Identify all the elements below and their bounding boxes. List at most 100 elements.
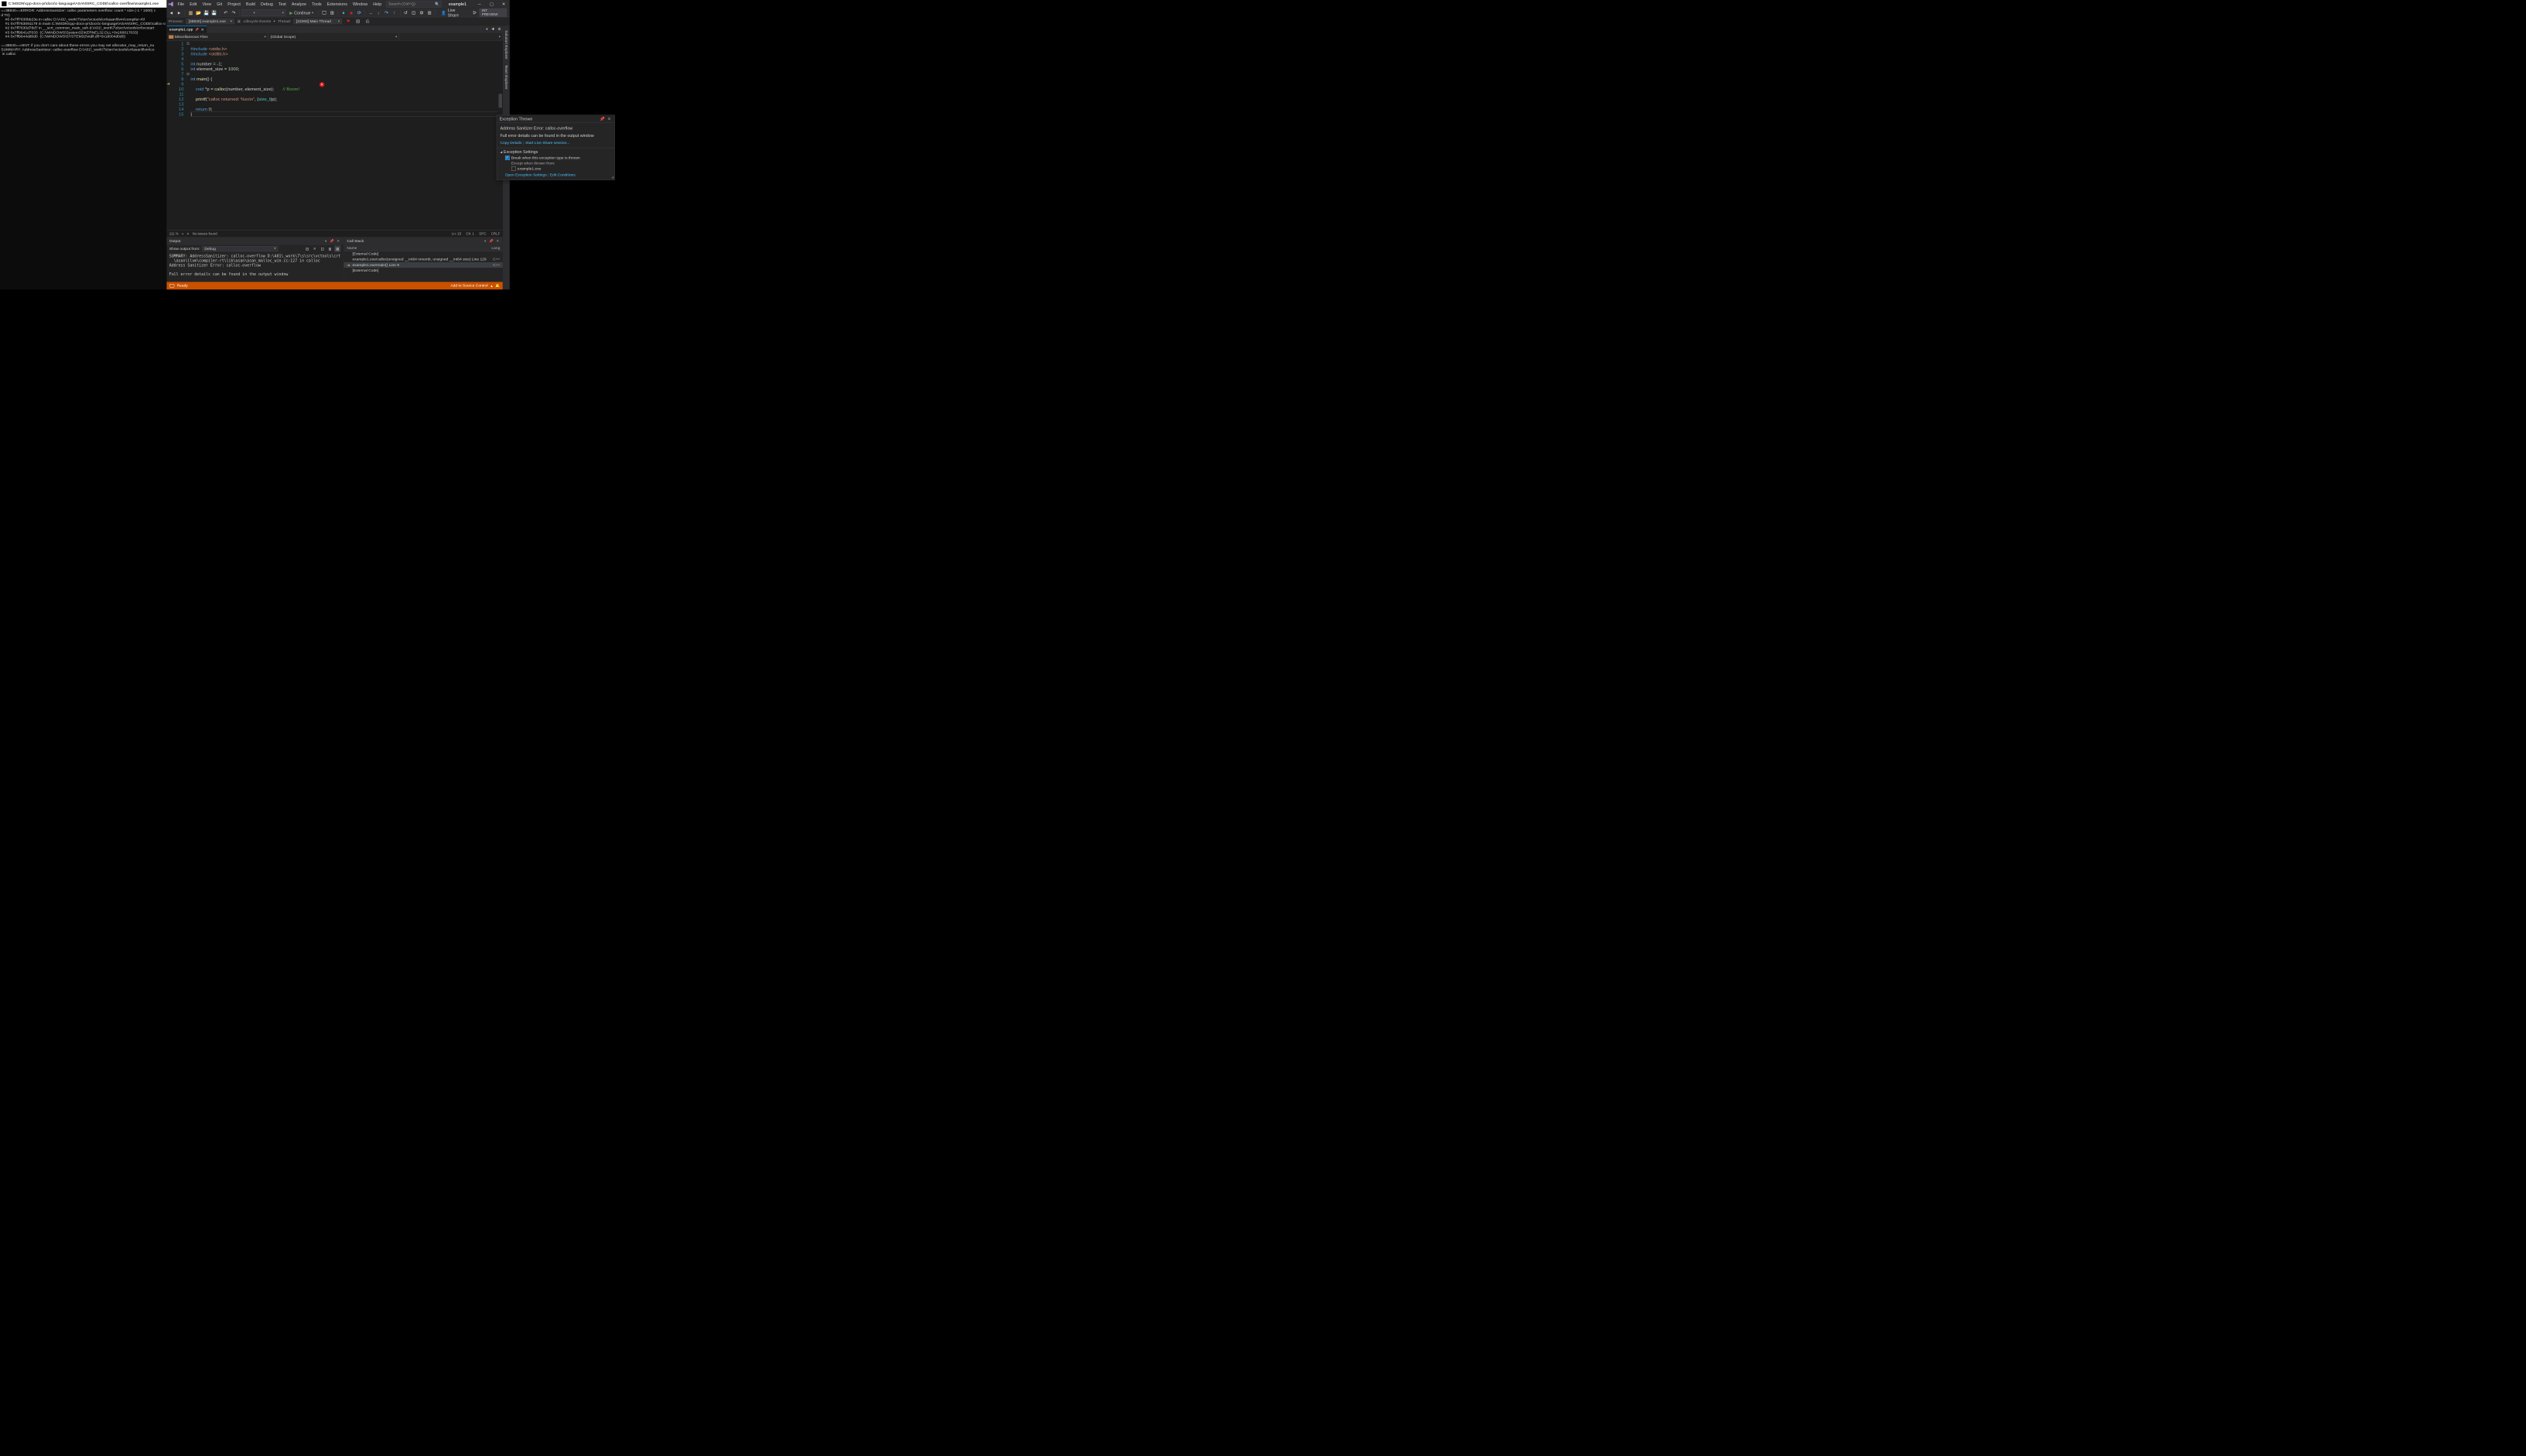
redo-button[interactable]: ↷ (231, 9, 238, 16)
nav-fwd-button[interactable]: ► (176, 9, 183, 16)
live-share-button[interactable]: 👤 Live Share (439, 8, 470, 17)
undo-button[interactable]: ↶ (222, 9, 229, 16)
tab-example1-cpp[interactable]: example1.cpp 📌 ✕ (166, 26, 207, 33)
menu-test[interactable]: Test (275, 0, 289, 8)
output-btn-1[interactable]: ⊟ (304, 246, 310, 252)
navbar-member[interactable]: ▾ (399, 33, 503, 40)
output-source-combo[interactable]: Debug ▾ (202, 246, 278, 251)
menu-tools[interactable]: Tools (309, 0, 325, 8)
output-btn-3[interactable]: ⊡ (320, 246, 326, 252)
feedback-button[interactable]: ᐅ (471, 9, 478, 16)
close-button[interactable]: ✕ (497, 0, 510, 9)
pause-button[interactable]: ⏸ (340, 9, 347, 16)
restart-button[interactable]: ⟳ (356, 9, 363, 16)
callstack-header[interactable]: Call Stack ▾ 📌 ✕ (344, 238, 503, 245)
save-button[interactable]: 💾 (203, 9, 210, 16)
breakpoint-gutter[interactable] (166, 41, 173, 231)
debug-target-button[interactable]: 🖵 (320, 9, 327, 16)
line-ending[interactable]: CRLF (491, 232, 501, 236)
output-btn-2[interactable]: ≡ (312, 246, 318, 252)
menu-extensions[interactable]: Extensions (324, 0, 350, 8)
new-project-button[interactable]: ▦ (187, 9, 194, 16)
layout-button[interactable]: ⊞ (329, 9, 336, 16)
menu-build[interactable]: Build (243, 0, 258, 8)
menu-window[interactable]: Window (350, 0, 370, 8)
lifecycle-icon[interactable]: ▣ (238, 19, 241, 24)
lifecycle-label[interactable]: Lifecycle Events (244, 19, 271, 23)
stop-button[interactable]: ■ (348, 9, 355, 16)
except-exe-checkbox[interactable] (511, 166, 516, 171)
resize-grip-icon[interactable]: ◢ (611, 176, 614, 179)
diagnostic-button[interactable]: ⊞ (426, 9, 433, 16)
threads-icon[interactable]: ⊟ (354, 18, 361, 25)
flag-icon[interactable]: ⚑ (345, 18, 352, 25)
minimize-button[interactable]: ─ (473, 0, 486, 9)
line-position[interactable]: Ln: 15 (452, 232, 461, 236)
close-tab-icon[interactable]: ✕ (201, 27, 204, 32)
tab-dropdown-icon[interactable]: ▾ (484, 26, 490, 32)
char-position[interactable]: Ch: 1 (466, 232, 474, 236)
edit-conditions-link[interactable]: Edit Conditions (550, 173, 576, 176)
config-combo[interactable]: ▾ (241, 9, 257, 16)
output-btn-4[interactable]: ≣ (326, 246, 333, 252)
callstack-row[interactable]: [External Code] (344, 268, 503, 273)
indent-mode[interactable]: SPC (479, 232, 486, 236)
menu-file[interactable]: File (175, 0, 187, 8)
maximize-button[interactable]: ▢ (486, 0, 498, 9)
menu-project[interactable]: Project (225, 0, 244, 8)
save-all-button[interactable]: 💾 (211, 9, 218, 16)
add-tab-icon[interactable]: ✚ (491, 26, 496, 32)
step-into-button[interactable]: ↓ (375, 9, 382, 16)
callstack-row[interactable]: example1.exe!calloc(unsigned __int64 nme… (344, 257, 503, 262)
hot-reload-button[interactable]: ⚙ (418, 9, 425, 16)
menu-view[interactable]: View (200, 0, 214, 8)
navbar-scope[interactable]: (Global Scope) ▾ (268, 33, 399, 40)
open-exception-settings-link[interactable]: Open Exception Settings (505, 173, 547, 176)
callstack-close-icon[interactable]: ✕ (495, 239, 500, 244)
tab-options-icon[interactable]: ⚙ (497, 26, 502, 32)
callstack-dropdown-icon[interactable]: ▾ (483, 239, 487, 244)
output-text[interactable]: SUMMARY: AddressSanitizer: calloc-overfl… (166, 252, 344, 282)
output-clear-button[interactable]: ⊠ (334, 246, 340, 252)
exception-pin-icon[interactable]: 📌 (600, 117, 604, 121)
code-lines[interactable]: #include <stdio.h> #include <stdlib.h> i… (190, 41, 502, 231)
process-combo[interactable]: [38840] example1.exe ▾ (186, 19, 234, 24)
revert-button[interactable]: ↺ (402, 9, 409, 16)
output-dropdown-icon[interactable]: ▾ (323, 239, 328, 244)
source-control-label[interactable]: Add to Source Control (450, 284, 487, 288)
menu-git[interactable]: Git (214, 0, 225, 8)
solution-explorer-tab[interactable]: Solution Explorer (504, 28, 509, 63)
callstack-columns[interactable]: Name Lang (344, 245, 503, 251)
output-close-icon[interactable]: ✕ (336, 239, 340, 244)
issues-label[interactable]: No issues found (193, 232, 217, 236)
menu-help[interactable]: Help (371, 0, 385, 8)
menu-analyze[interactable]: Analyze (289, 0, 309, 8)
error-indicator-icon[interactable]: ✕ (320, 82, 324, 87)
stack-frame-icon[interactable]: ⎌ (364, 18, 371, 25)
exception-settings-header[interactable]: ◢ Exception Settings (500, 149, 610, 154)
platform-combo[interactable]: ▾ (258, 9, 286, 16)
step-over-button[interactable]: ↷ (383, 9, 390, 16)
notifications-icon[interactable]: 🔔 (495, 283, 500, 288)
menu-debug[interactable]: Debug (258, 0, 275, 8)
start-live-share-link[interactable]: Start Live Share session... (525, 141, 569, 145)
exception-titlebar[interactable]: Exception Thrown 📌 ✕ (497, 115, 614, 123)
code-editor[interactable]: 123456789101112131415 ⊟⊟ #include <stdio… (166, 41, 503, 231)
show-next-statement-button[interactable]: → (367, 9, 374, 16)
continue-button[interactable]: ▶ Continue ▾ (287, 9, 316, 16)
nav-back-button[interactable]: ◄ (168, 9, 175, 16)
source-control-arrow-icon[interactable]: ▴ (491, 283, 492, 288)
thread-combo[interactable]: [22260] Main Thread ▾ (294, 19, 342, 24)
search-input[interactable]: Search (Ctrl+Q) 🔍 (387, 1, 442, 8)
step-out-button[interactable]: ↑ (391, 9, 398, 16)
output-header[interactable]: Output ▾ 📌 ✕ (166, 238, 344, 245)
break-when-checkbox[interactable]: ✓ (505, 156, 510, 160)
copy-details-link[interactable]: Copy Details (500, 141, 521, 145)
callstack-row[interactable]: ➜example1.exe!main() Line 9C++ (344, 262, 503, 268)
menu-edit[interactable]: Edit (187, 0, 200, 8)
callstack-row[interactable]: [External Code] (344, 251, 503, 257)
exception-close-icon[interactable]: ✕ (607, 117, 611, 121)
zoom-level[interactable]: 111 % (169, 232, 179, 236)
screenshot-button[interactable]: ⊡ (410, 9, 417, 16)
console-titlebar[interactable]: C:\MSDN\cpp-docs-pr\docs\c-language\ASAN… (0, 0, 166, 8)
